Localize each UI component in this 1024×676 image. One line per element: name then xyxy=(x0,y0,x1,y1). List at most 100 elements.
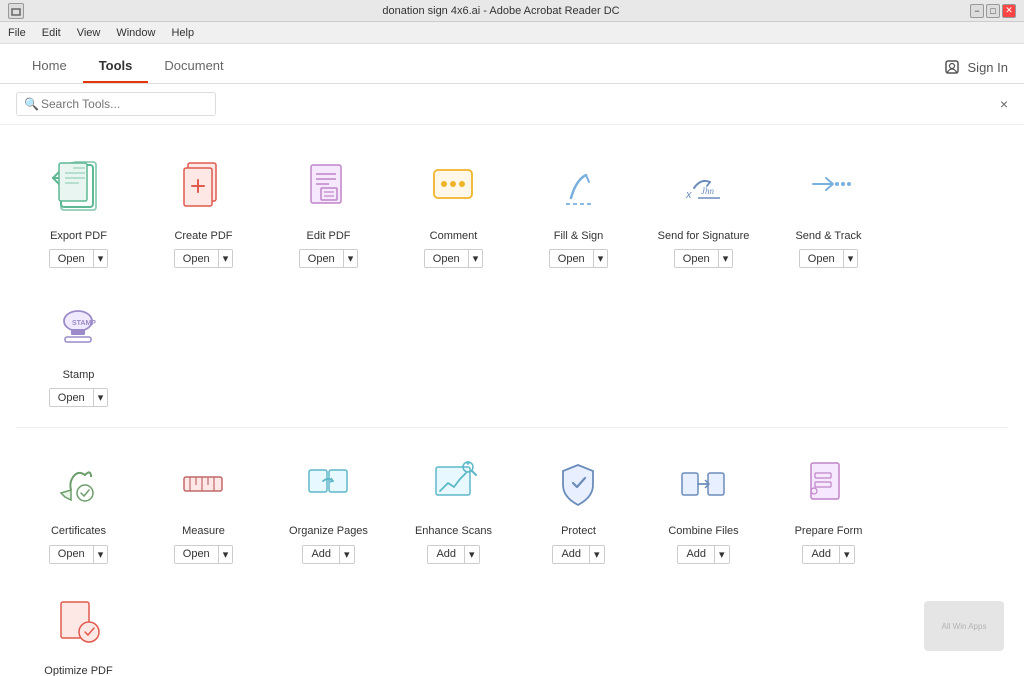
tool-comment: Comment Open ▾ xyxy=(391,141,516,280)
menu-view[interactable]: View xyxy=(77,27,101,39)
prepare-form-add-btn[interactable]: Add xyxy=(803,546,839,563)
measure-open-arrow[interactable]: ▾ xyxy=(218,546,233,563)
title-bar: donation sign 4x6.ai - Adobe Acrobat Rea… xyxy=(0,0,1024,22)
enhance-scans-add-arrow[interactable]: ▾ xyxy=(464,546,479,563)
main-content: Export PDF Open ▾ Create PDF Open ▾ xyxy=(0,125,1024,676)
protect-btn-group[interactable]: Add ▾ xyxy=(552,545,604,564)
edit-pdf-btn-group[interactable]: Open ▾ xyxy=(299,249,358,268)
create-pdf-open-btn[interactable]: Open xyxy=(175,250,218,267)
tool-stamp: STAMP Stamp Open ▾ xyxy=(16,280,141,419)
send-signature-open-btn[interactable]: Open xyxy=(675,250,718,267)
organize-pages-btn-group[interactable]: Add ▾ xyxy=(302,545,354,564)
menu-file[interactable]: File xyxy=(8,27,26,39)
combine-files-icon xyxy=(671,452,736,517)
search-close-button[interactable]: × xyxy=(1000,96,1008,112)
nav-tabs: Home Tools Document Sign In xyxy=(0,44,1024,84)
export-pdf-label: Export PDF xyxy=(50,230,107,243)
create-pdf-label: Create PDF xyxy=(174,230,232,243)
measure-open-btn[interactable]: Open xyxy=(175,546,218,563)
fill-sign-btn-group[interactable]: Open ▾ xyxy=(549,249,608,268)
comment-open-arrow[interactable]: ▾ xyxy=(468,250,483,267)
send-signature-icon: x Jhn xyxy=(671,157,736,222)
menu-window[interactable]: Window xyxy=(116,27,155,39)
export-pdf-icon xyxy=(46,157,111,222)
export-pdf-open-btn[interactable]: Open xyxy=(50,250,93,267)
stamp-label: Stamp xyxy=(63,369,95,382)
combine-files-add-btn[interactable]: Add xyxy=(678,546,714,563)
stamp-open-btn[interactable]: Open xyxy=(50,389,93,406)
menu-bar: File Edit View Window Help xyxy=(0,22,1024,44)
send-signature-open-arrow[interactable]: ▾ xyxy=(718,250,733,267)
prepare-form-icon xyxy=(796,452,861,517)
window-icon xyxy=(8,3,24,19)
svg-text:STAMP: STAMP xyxy=(72,320,96,327)
prepare-form-btn-group[interactable]: Add ▾ xyxy=(802,545,854,564)
comment-open-btn[interactable]: Open xyxy=(425,250,468,267)
menu-edit[interactable]: Edit xyxy=(42,27,61,39)
certificates-btn-group[interactable]: Open ▾ xyxy=(49,545,108,564)
comment-btn-group[interactable]: Open ▾ xyxy=(424,249,483,268)
prepare-form-add-arrow[interactable]: ▾ xyxy=(839,546,854,563)
tab-home[interactable]: Home xyxy=(16,50,83,83)
certificates-open-btn[interactable]: Open xyxy=(50,546,93,563)
menu-help[interactable]: Help xyxy=(171,27,194,39)
measure-btn-group[interactable]: Open ▾ xyxy=(174,545,233,564)
fill-sign-icon xyxy=(546,157,611,222)
sign-in-label[interactable]: Sign In xyxy=(968,60,1008,75)
comment-label: Comment xyxy=(430,230,478,243)
send-track-open-btn[interactable]: Open xyxy=(800,250,843,267)
export-pdf-btn-group[interactable]: Open ▾ xyxy=(49,249,108,268)
svg-text:Jhn: Jhn xyxy=(701,186,714,196)
send-track-btn-group[interactable]: Open ▾ xyxy=(799,249,858,268)
organize-pages-add-btn[interactable]: Add xyxy=(303,546,339,563)
search-bar: 🔍 × xyxy=(0,84,1024,125)
tool-organize-pages: Organize Pages Add ▾ xyxy=(266,436,391,575)
enhance-scans-btn-group[interactable]: Add ▾ xyxy=(427,545,479,564)
protect-add-btn[interactable]: Add xyxy=(553,546,589,563)
tab-tools[interactable]: Tools xyxy=(83,50,149,83)
create-pdf-open-arrow[interactable]: ▾ xyxy=(218,250,233,267)
certificates-open-arrow[interactable]: ▾ xyxy=(93,546,108,563)
stamp-open-arrow[interactable]: ▾ xyxy=(93,389,108,406)
close-button[interactable]: ✕ xyxy=(1002,4,1016,18)
combine-files-label: Combine Files xyxy=(668,525,738,538)
send-track-label: Send & Track xyxy=(795,230,861,243)
edit-pdf-open-btn[interactable]: Open xyxy=(300,250,343,267)
create-pdf-btn-group[interactable]: Open ▾ xyxy=(174,249,233,268)
tool-protect: Protect Add ▾ xyxy=(516,436,641,575)
enhance-scans-label: Enhance Scans xyxy=(415,525,492,538)
app-title: donation sign 4x6.ai - Adobe Acrobat Rea… xyxy=(32,5,970,17)
send-signature-btn-group[interactable]: Open ▾ xyxy=(674,249,733,268)
optimize-pdf-icon xyxy=(46,592,111,657)
enhance-scans-add-btn[interactable]: Add xyxy=(428,546,464,563)
fill-sign-open-arrow[interactable]: ▾ xyxy=(593,250,608,267)
prepare-form-label: Prepare Form xyxy=(795,525,863,538)
fill-sign-open-btn[interactable]: Open xyxy=(550,250,593,267)
combine-files-add-arrow[interactable]: ▾ xyxy=(714,546,729,563)
tool-export-pdf: Export PDF Open ▾ xyxy=(16,141,141,280)
maximize-button[interactable]: □ xyxy=(986,4,1000,18)
combine-files-btn-group[interactable]: Add ▾ xyxy=(677,545,729,564)
tab-document[interactable]: Document xyxy=(148,50,239,83)
protect-add-arrow[interactable]: ▾ xyxy=(589,546,604,563)
tool-fill-sign: Fill & Sign Open ▾ xyxy=(516,141,641,280)
tool-edit-pdf: Edit PDF Open ▾ xyxy=(266,141,391,280)
edit-pdf-icon xyxy=(296,157,361,222)
edit-pdf-open-arrow[interactable]: ▾ xyxy=(343,250,358,267)
organize-pages-add-arrow[interactable]: ▾ xyxy=(339,546,354,563)
stamp-icon: STAMP xyxy=(46,296,111,361)
sign-in-area[interactable]: Sign In xyxy=(944,59,1008,75)
edit-pdf-label: Edit PDF xyxy=(306,230,350,243)
send-signature-label: Send for Signature xyxy=(658,230,750,243)
certificates-icon xyxy=(46,452,111,517)
tool-measure: Measure Open ▾ xyxy=(141,436,266,575)
certificates-label: Certificates xyxy=(51,525,106,538)
organize-pages-label: Organize Pages xyxy=(289,525,368,538)
window-controls[interactable] xyxy=(8,3,24,19)
send-track-open-arrow[interactable]: ▾ xyxy=(843,250,858,267)
protect-icon xyxy=(546,452,611,517)
minimize-button[interactable]: − xyxy=(970,4,984,18)
export-pdf-open-arrow[interactable]: ▾ xyxy=(93,250,108,267)
search-input[interactable] xyxy=(16,92,216,116)
stamp-btn-group[interactable]: Open ▾ xyxy=(49,388,108,407)
